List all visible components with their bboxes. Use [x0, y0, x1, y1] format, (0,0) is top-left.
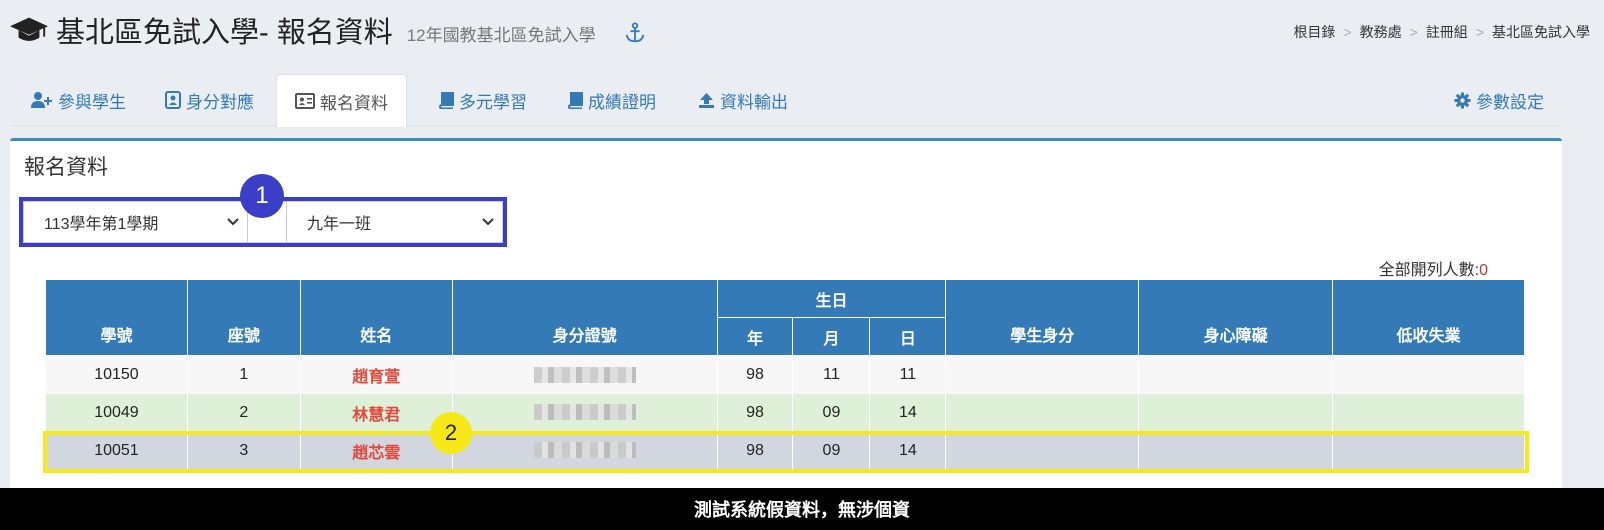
cell-low-income: [1332, 393, 1525, 432]
cell-id-number: [451, 431, 718, 470]
col-day[interactable]: 日: [869, 317, 947, 356]
cell-seat: 1: [186, 355, 301, 394]
page-subtitle: 12年國教基北區免試入學: [406, 25, 596, 45]
cell-identity: [945, 393, 1140, 432]
redacted-id: [533, 366, 636, 383]
redacted-id: [533, 442, 636, 459]
col-seat[interactable]: 座號: [186, 279, 301, 356]
col-month[interactable]: 月: [792, 317, 871, 356]
cell-month: 11: [792, 355, 871, 394]
breadcrumb-item-current: 基北區免試入學: [1492, 24, 1590, 40]
col-student-id[interactable]: 學號: [45, 279, 188, 356]
annotation-badge-1: 1: [240, 174, 284, 218]
anchor-icon[interactable]: [624, 22, 646, 44]
tab-data-export[interactable]: 資料輸出: [680, 74, 806, 126]
col-id-number[interactable]: 身分證號: [451, 279, 718, 356]
cell-student-id: 10051: [45, 431, 188, 470]
tab-diverse-learning[interactable]: 多元學習: [421, 74, 545, 126]
registration-table: 學號 座號 姓名 身分證號 生日 學生身分 身心障礙 低收失業 年 月 日 10…: [45, 279, 1525, 470]
semester-select[interactable]: 113學年第1學期: [23, 201, 248, 243]
total-value: 0: [1479, 262, 1488, 279]
book-icon: [439, 91, 454, 109]
col-year[interactable]: 年: [716, 317, 794, 356]
col-low-income[interactable]: 低收失業: [1332, 279, 1525, 356]
footer-banner: 測試系統假資料，無涉個資: [0, 488, 1604, 530]
col-name[interactable]: 姓名: [299, 279, 453, 356]
table-row[interactable]: 10051 3 趙芯雲 98 09 14: [45, 431, 1525, 470]
cell-month: 09: [792, 431, 871, 470]
breadcrumb: 根目錄 > 教務處 > 註冊組 > 基北區免試入學: [1293, 22, 1590, 42]
annotation-badge-2: 2: [430, 412, 472, 454]
cell-disability: [1138, 393, 1334, 432]
page-header: 基北區免試入學- 報名資料 12年國教基北區免試入學: [10, 10, 646, 50]
total-count: 全部開列人數:0: [1379, 256, 1488, 280]
chevron-down-icon: [482, 218, 494, 226]
col-disability[interactable]: 身心障礙: [1138, 279, 1334, 356]
book-icon: [568, 91, 583, 109]
page-title: 基北區免試入學- 報名資料: [56, 17, 393, 49]
tab-label: 報名資料: [320, 93, 388, 113]
tab-label: 身分對應: [186, 92, 254, 112]
cell-identity: [945, 431, 1140, 470]
class-select-value: 九年一班: [307, 216, 372, 233]
cell-seat: 2: [186, 393, 301, 432]
cell-year: 98: [716, 431, 794, 470]
cell-day: 14: [869, 393, 947, 432]
tab-label: 多元學習: [459, 92, 527, 112]
panel-title: 報名資料: [24, 156, 108, 179]
cell-day: 11: [869, 355, 947, 394]
graduation-cap-icon: [10, 17, 48, 41]
tab-identity-mapping[interactable]: 身分對應: [147, 74, 272, 126]
col-identity[interactable]: 學生身分: [945, 279, 1140, 356]
registration-panel: 報名資料 113學年第1學期 九年一班 1 全部開列人數:0 學號 座號 姓名 …: [10, 138, 1562, 530]
cell-id-number: [451, 355, 718, 394]
tab-label: 參與學生: [58, 92, 126, 112]
tab-label: 成績證明: [588, 92, 656, 112]
class-select[interactable]: 九年一班: [286, 201, 503, 243]
breadcrumb-item[interactable]: 註冊組: [1426, 22, 1468, 42]
tab-registration-data[interactable]: 報名資料: [276, 74, 407, 127]
semester-select-value: 113學年第1學期: [44, 216, 159, 233]
total-label: 全部開列人數:: [1378, 262, 1480, 279]
cell-seat: 3: [186, 431, 301, 470]
cell-year: 98: [716, 393, 794, 432]
tab-participants[interactable]: 參與學生: [13, 74, 144, 126]
tab-settings[interactable]: 參數設定: [1436, 74, 1562, 126]
breadcrumb-item[interactable]: 教務處: [1360, 22, 1402, 42]
chevron-down-icon: [227, 218, 239, 226]
cell-low-income: [1332, 431, 1525, 470]
cell-year: 98: [716, 355, 794, 394]
id-card-icon: [295, 93, 315, 109]
cell-low-income: [1332, 355, 1525, 394]
cell-id-number: [451, 393, 718, 432]
tab-label: 資料輸出: [720, 92, 788, 112]
upload-icon: [699, 92, 714, 108]
cell-disability: [1138, 355, 1334, 394]
cell-disability: [1138, 431, 1334, 470]
breadcrumb-item[interactable]: 根目錄: [1293, 22, 1335, 42]
cell-student-id: 10150: [45, 355, 188, 394]
cell-day: 14: [869, 431, 947, 470]
id-badge-icon: [165, 91, 181, 109]
gear-icon: [1454, 92, 1471, 108]
cell-identity: [945, 355, 1140, 394]
redacted-id: [533, 404, 636, 421]
table-row[interactable]: 10150 1 趙育萱 98 11 11: [45, 355, 1525, 394]
cell-name[interactable]: 趙芯雲: [299, 431, 453, 470]
cell-name[interactable]: 林慧君: [299, 393, 453, 432]
tab-grade-certificate[interactable]: 成績證明: [550, 74, 674, 126]
user-plus-icon: [31, 92, 52, 108]
table-row[interactable]: 10049 2 林慧君 98 09 14: [45, 393, 1525, 432]
cell-month: 09: [792, 393, 871, 432]
col-birthday: 生日: [716, 279, 947, 318]
cell-student-id: 10049: [45, 393, 188, 432]
tab-label: 參數設定: [1476, 92, 1544, 112]
cell-name[interactable]: 趙育萱: [299, 355, 453, 394]
tab-bar: 參與學生 身分對應 報名資料 多元學習 成績證明 資料輸出 參數設定: [11, 74, 1562, 127]
